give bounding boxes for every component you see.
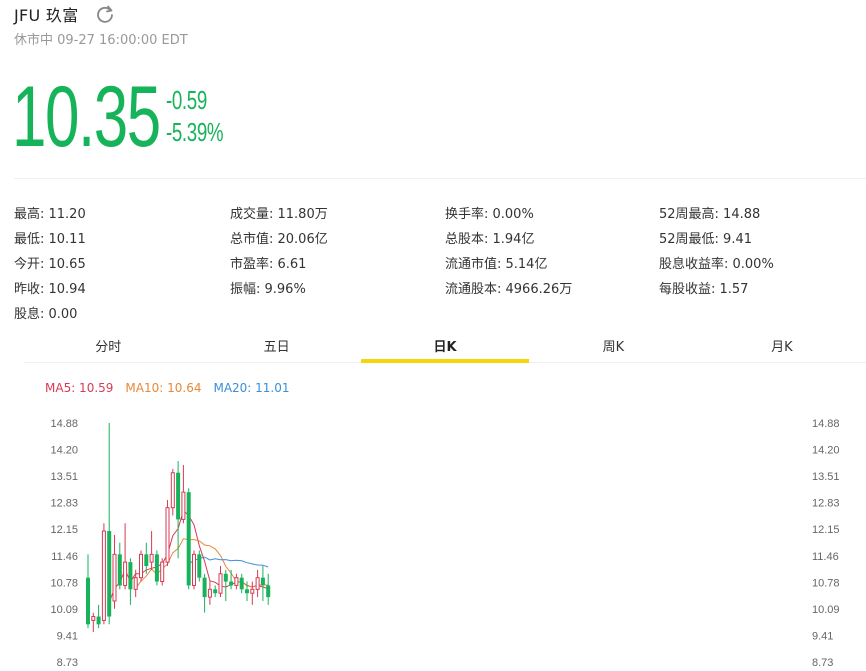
candle-body	[117, 554, 122, 586]
candle-body	[96, 616, 101, 625]
tab-daily-k[interactable]: 日K	[360, 336, 530, 363]
stat-dividend: 股息: 0.00	[14, 307, 78, 322]
y-tick-right: 10.09	[812, 604, 840, 616]
stat-float-cap: 流通市值: 5.14亿	[445, 257, 548, 272]
y-axis-left: 14.88 14.20 13.51 12.83 12.15 11.46 10.78 10.09…	[50, 418, 78, 669]
candle-body	[255, 577, 260, 590]
stat-open: 今开: 10.65	[14, 257, 86, 272]
candle-body	[223, 573, 228, 582]
candle-body	[181, 491, 186, 520]
refresh-icon[interactable]	[95, 4, 115, 24]
y-tick-left: 12.15	[50, 524, 78, 536]
legend-ma5: MA5: 10.59	[45, 381, 114, 395]
price-change-percent: -5.39%	[166, 117, 224, 147]
y-tick-left: 14.20	[50, 444, 78, 456]
header: JFU 玖富	[14, 2, 115, 26]
y-tick-left: 12.83	[50, 498, 78, 510]
y-tick-left: 11.46	[51, 551, 78, 563]
stat-low: 最低: 10.11	[14, 232, 86, 247]
candle-body	[112, 553, 117, 602]
y-tick-left: 8.73	[57, 657, 78, 669]
stat-eps: 每股收益: 1.57	[659, 282, 749, 297]
candle-body	[186, 492, 191, 586]
candle-body	[207, 588, 212, 598]
stat-pe: 市盈率: 6.61	[230, 257, 307, 272]
stat-turnover: 换手率: 0.00%	[445, 207, 534, 222]
candle-body	[101, 530, 106, 621]
candle-body	[245, 589, 249, 594]
y-tick-left: 9.41	[57, 631, 78, 643]
candle-body	[123, 561, 128, 586]
chart-period-tabs: 分时 五日 日K 周K 月K	[24, 336, 866, 363]
candle-body	[144, 554, 149, 567]
stat-high: 最高: 11.20	[14, 207, 86, 222]
candle-body	[239, 577, 244, 590]
y-tick-left: 10.09	[50, 604, 78, 616]
market-status: 休市中 09-27 16:00:00 EDT	[14, 33, 188, 48]
candle-body	[266, 585, 271, 598]
stat-prev-close: 昨收: 10.94	[14, 282, 86, 297]
candle-body	[176, 472, 181, 520]
candle-body	[192, 553, 196, 586]
y-tick-right: 11.46	[812, 551, 839, 563]
candle-body	[91, 616, 96, 621]
candlestick-chart[interactable]: 14.88 14.20 13.51 12.83 12.15 11.46 10.78 10.09…	[0, 400, 866, 671]
candle-body	[128, 562, 133, 590]
candle-body	[234, 577, 239, 586]
tab-weekly-k[interactable]: 周K	[529, 336, 697, 362]
price-change: -0.59	[166, 85, 207, 115]
candle-body	[154, 554, 159, 582]
tab-five-day[interactable]: 五日	[192, 336, 360, 362]
y-tick-right: 10.78	[812, 577, 840, 589]
current-price: 10.35	[12, 69, 161, 165]
candle-body	[165, 507, 170, 563]
candle-body	[260, 577, 265, 586]
candle-body	[160, 561, 165, 583]
y-tick-left: 10.78	[50, 577, 78, 589]
y-tick-right: 14.88	[812, 418, 840, 430]
y-tick-right: 12.15	[812, 524, 840, 536]
candle-body	[250, 588, 255, 594]
candle-body	[149, 553, 154, 563]
y-tick-right: 14.20	[812, 444, 840, 456]
legend-ma10: MA10: 10.64	[125, 381, 202, 395]
tab-intraday[interactable]: 分时	[24, 336, 192, 362]
divider	[14, 178, 866, 179]
stat-dividend-yield: 股息收益率: 0.00%	[659, 257, 774, 272]
candle-body	[218, 573, 223, 594]
candle-body	[107, 531, 112, 617]
candles	[86, 423, 271, 633]
candle-body	[139, 553, 143, 579]
candle-body	[202, 577, 207, 598]
candle-body	[229, 581, 234, 586]
stat-total-shares: 总股本: 1.94亿	[445, 232, 535, 247]
y-tick-right: 9.41	[812, 631, 833, 643]
stat-volume: 成交量: 11.80万	[230, 207, 328, 222]
tab-monthly-k[interactable]: 月K	[698, 336, 866, 362]
stat-52w-low: 52周最低: 9.41	[659, 232, 752, 247]
y-tick-right: 8.73	[812, 657, 833, 669]
candle-body	[197, 554, 202, 578]
y-tick-right: 12.83	[812, 498, 840, 510]
stat-market-cap: 总市值: 20.06亿	[230, 232, 328, 247]
stat-amplitude: 振幅: 9.96%	[230, 282, 306, 297]
y-axis-right: 14.88 14.20 13.51 12.83 12.15 11.46 10.78 10.09…	[812, 418, 840, 669]
ma-legend: MA5: 10.59 MA10: 10.64 MA20: 11.01	[45, 381, 290, 395]
candle-body	[213, 589, 218, 594]
legend-ma20: MA20: 11.01	[213, 381, 290, 395]
y-tick-left: 13.51	[50, 471, 78, 483]
candle-body	[170, 472, 175, 509]
stock-title: JFU 玖富	[14, 6, 79, 25]
change-block: -0.59 -5.39%	[166, 84, 245, 148]
candle-body	[133, 577, 138, 590]
y-tick-left: 14.88	[50, 418, 78, 430]
stat-52w-high: 52周最高: 14.88	[659, 207, 761, 222]
candle-body	[86, 577, 90, 625]
y-tick-right: 13.51	[812, 471, 840, 483]
stat-float-shares: 流通股本: 4966.26万	[445, 282, 573, 297]
